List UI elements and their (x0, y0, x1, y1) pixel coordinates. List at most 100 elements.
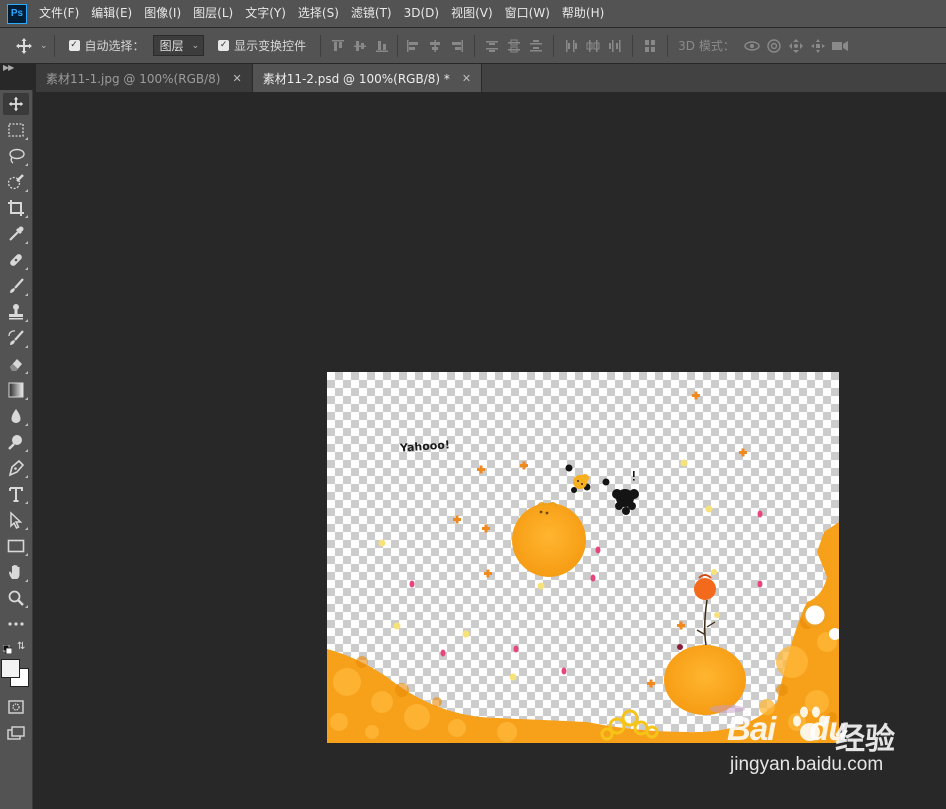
menu-3d[interactable]: 3D(D) (398, 0, 445, 27)
menu-help[interactable]: 帮助(H) (556, 0, 610, 27)
foreground-color-swatch[interactable] (1, 659, 20, 678)
gradient-icon (8, 382, 24, 398)
type-icon (9, 487, 23, 502)
eyedropper-icon (9, 226, 24, 241)
marquee-icon (8, 123, 24, 137)
eraser-tool[interactable] (3, 353, 29, 375)
eyedropper-tool[interactable] (3, 223, 29, 245)
distribute-bottom-icon[interactable] (526, 36, 546, 56)
menu-view[interactable]: 视图(V) (445, 0, 499, 27)
move-tool[interactable] (3, 93, 29, 115)
tool-preset-picker[interactable]: ⌄ (14, 36, 48, 56)
3d-orbit-icon[interactable] (741, 36, 763, 56)
lasso-tool[interactable] (3, 145, 29, 167)
photoshop-logo: Ps (7, 3, 27, 24)
distribute-hcenter-icon[interactable] (583, 36, 603, 56)
menu-edit[interactable]: 编辑(E) (85, 0, 138, 27)
watermark-cn-text: 经验 (835, 722, 895, 757)
default-colors-icon[interactable] (2, 643, 13, 655)
menu-bar: Ps 文件(F) 编辑(E) 图像(I) 图层(L) 文字(Y) 选择(S) 滤… (0, 0, 946, 27)
document-canvas[interactable]: Yahooo! (327, 372, 839, 743)
marquee-tool[interactable] (3, 119, 29, 141)
align-buttons (327, 34, 661, 57)
hand-tool[interactable] (3, 561, 29, 583)
3d-drag-icon[interactable] (785, 36, 807, 56)
path-selection-tool[interactable] (3, 509, 29, 531)
menu-filter[interactable]: 滤镜(T) (345, 0, 398, 27)
pen-icon (8, 459, 25, 477)
auto-select-checkbox[interactable]: ✓ 自动选择： (68, 37, 145, 54)
separator (667, 34, 669, 57)
options-bar: ⌄ ✓ 自动选择： 图层 ⌄ ✓ 显示变换控件 3D 模式： (0, 28, 946, 63)
dodge-icon (8, 435, 22, 450)
lasso-icon (9, 148, 25, 164)
menu-type[interactable]: 文字(Y) (239, 0, 292, 27)
separator (53, 34, 55, 57)
zoom-icon (8, 590, 24, 606)
menu-window[interactable]: 窗口(W) (499, 0, 556, 27)
align-hcenter-icon[interactable] (425, 36, 445, 56)
distribute-vcenter-icon[interactable] (504, 36, 524, 56)
separator (632, 34, 634, 57)
watermark-logo: Bai du (727, 710, 849, 747)
screen-mode-button[interactable] (3, 722, 29, 744)
clone-stamp-tool[interactable] (3, 301, 29, 323)
menu-file[interactable]: 文件(F) (33, 0, 85, 27)
move-icon (16, 37, 32, 54)
distribute-right-icon[interactable] (605, 36, 625, 56)
auto-select-target-dropdown[interactable]: 图层 ⌄ (152, 35, 205, 56)
brush-tool[interactable] (3, 275, 29, 297)
collapse-panels-icon[interactable]: ▶▶ (3, 63, 14, 72)
menu-image[interactable]: 图像(I) (138, 0, 187, 27)
auto-select-label: 自动选择： (84, 39, 145, 53)
screen-mode-icon (7, 726, 25, 740)
type-tool[interactable] (3, 483, 29, 505)
rectangle-tool[interactable] (3, 535, 29, 557)
3d-camera-icon[interactable] (829, 36, 851, 56)
menu-layer[interactable]: 图层(L) (187, 0, 239, 27)
artwork-illustration (327, 391, 839, 743)
crop-icon (8, 200, 24, 216)
distribute-left-icon[interactable] (561, 36, 581, 56)
move-icon (8, 96, 24, 112)
dodge-tool[interactable] (3, 431, 29, 453)
edit-toolbar-button[interactable] (3, 613, 29, 635)
quick-select-tool[interactable] (3, 171, 29, 193)
tab-document-1[interactable]: 素材11-1.jpg @ 100%(RGB/8) ✕ (36, 64, 253, 92)
swap-colors-icon[interactable]: ⇅ (17, 641, 25, 652)
close-icon[interactable]: ✕ (462, 72, 471, 85)
tab-document-2[interactable]: 素材11-2.psd @ 100%(RGB/8) * ✕ (252, 64, 483, 92)
separator (553, 34, 555, 57)
tools-panel: ⇅ (0, 90, 33, 809)
gradient-tool[interactable] (3, 379, 29, 401)
show-transform-label: 显示变换控件 (234, 39, 307, 53)
eraser-icon (10, 359, 22, 371)
menu-select[interactable]: 选择(S) (292, 0, 345, 27)
align-bottom-icon[interactable] (372, 36, 392, 56)
zoom-tool[interactable] (3, 587, 29, 609)
auto-align-icon[interactable] (640, 36, 660, 56)
show-transform-checkbox[interactable]: ✓ 显示变换控件 (218, 37, 306, 54)
history-brush-tool[interactable] (3, 327, 29, 349)
watermark-url: jingyan.baidu.com (730, 754, 884, 775)
close-icon[interactable]: ✕ (232, 72, 241, 85)
align-right-icon[interactable] (447, 36, 467, 56)
checkmark-icon: ✓ (218, 40, 230, 51)
distribute-top-icon[interactable] (482, 36, 502, 56)
brush-icon (10, 278, 24, 293)
align-top-icon[interactable] (328, 36, 348, 56)
paw-icon (793, 706, 827, 741)
blur-icon (11, 409, 21, 423)
pen-tool[interactable] (3, 457, 29, 479)
healing-tool[interactable] (3, 249, 29, 271)
blur-tool[interactable] (3, 405, 29, 427)
crop-tool[interactable] (3, 197, 29, 219)
align-vcenter-icon[interactable] (350, 36, 370, 56)
stamp-icon (9, 304, 23, 320)
healing-icon (10, 254, 22, 266)
3d-roll-icon[interactable] (763, 36, 785, 56)
checkmark-icon: ✓ (68, 40, 80, 51)
align-left-icon[interactable] (403, 36, 423, 56)
3d-slide-icon[interactable] (807, 36, 829, 56)
quick-mask-button[interactable] (3, 696, 29, 718)
